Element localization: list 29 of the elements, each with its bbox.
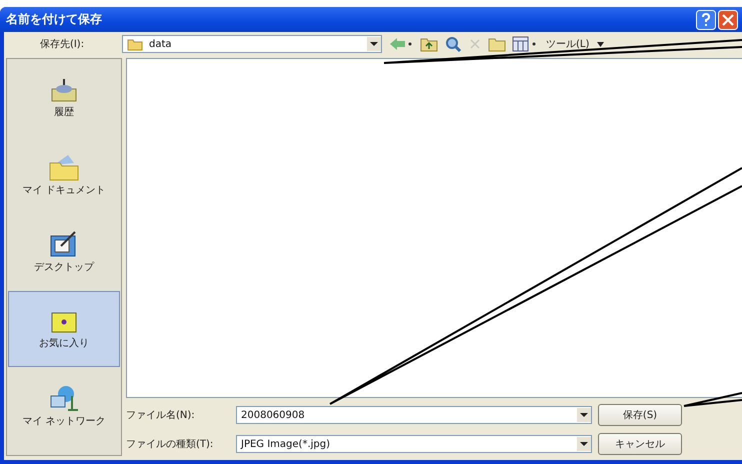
folder-icon (48, 153, 80, 181)
file-name-field[interactable]: 2008060908 (236, 406, 592, 424)
file-type-label: ファイルの種類(T): (126, 438, 214, 451)
up-folder-icon[interactable] (420, 36, 438, 52)
folder-icon (127, 38, 143, 50)
help-icon[interactable] (696, 10, 716, 30)
file-type-dropdown[interactable]: JPEG Image(*.jpg) (236, 435, 592, 453)
save-in-dropdown[interactable]: data (122, 35, 382, 53)
file-type-value: JPEG Image(*.jpg) (241, 438, 331, 450)
search-icon[interactable] (444, 36, 462, 52)
window-title: 名前を付けて保存 (6, 11, 102, 28)
place-item[interactable]: お気に入り (8, 291, 120, 367)
file-name-label: ファイル名(N): (126, 409, 196, 422)
save-in-label: 保存先(I): (38, 38, 86, 51)
save-button[interactable]: 保存(S) (598, 404, 682, 426)
tools-menu[interactable]: ツール(L) (544, 37, 592, 51)
place-item[interactable]: マイ ドキュメント (8, 137, 120, 213)
close-icon[interactable] (718, 10, 738, 30)
file-name-value: 2008060908 (241, 410, 306, 420)
cancel-button[interactable]: キャンセル (598, 433, 682, 455)
new-folder-icon[interactable] (488, 36, 506, 52)
place-item[interactable]: デスクトップ (8, 214, 120, 290)
location-value: data (149, 38, 173, 50)
network-icon (48, 384, 80, 412)
place-item[interactable]: マイ ネットワーク (8, 368, 120, 444)
place-item[interactable]: 履歴 (8, 60, 120, 136)
caret-icon[interactable] (597, 42, 604, 46)
view-menu-icon[interactable] (512, 36, 538, 52)
history-icon (49, 77, 79, 103)
